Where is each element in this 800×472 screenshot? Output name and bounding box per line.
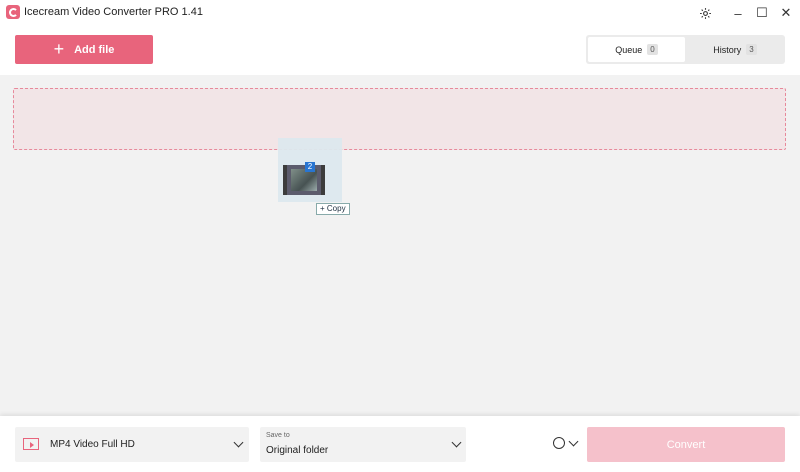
chevron-down-icon <box>568 436 579 447</box>
save-to-value: Original folder <box>266 445 329 456</box>
drag-item-count-badge: 2 <box>305 162 315 172</box>
tab-queue[interactable]: Queue 0 <box>588 37 685 62</box>
tab-history[interactable]: History 3 <box>687 37 783 62</box>
plus-icon: + <box>53 38 65 59</box>
video-thumbnail-icon <box>283 165 325 195</box>
maximize-button[interactable]: ☐ <box>752 3 772 23</box>
close-button[interactable]: ✕ <box>776 3 796 23</box>
history-count-badge: 3 <box>746 44 757 55</box>
schedule-timer-button[interactable] <box>552 436 582 452</box>
tab-queue-label: Queue <box>615 44 643 55</box>
save-to-dropdown[interactable]: Save to Original folder <box>260 427 466 462</box>
output-format-value: MP4 Video Full HD <box>50 439 135 450</box>
convert-button[interactable]: Convert <box>587 427 785 462</box>
drag-ghost-thumbnail: 2 <box>278 138 342 202</box>
window-title: Icecream Video Converter PRO 1.41 <box>24 6 203 18</box>
app-logo-icon <box>6 5 20 19</box>
copy-cursor-tooltip: + Copy <box>316 203 350 215</box>
add-file-button[interactable]: + Add file <box>15 35 153 64</box>
queue-count-badge: 0 <box>647 44 658 55</box>
bottom-bar: MP4 Video Full HD Save to Original folde… <box>0 416 800 472</box>
save-to-label: Save to <box>266 432 290 439</box>
clock-icon <box>553 437 565 449</box>
chevron-down-icon <box>451 437 462 448</box>
minimize-button[interactable]: – <box>728 3 748 23</box>
output-format-dropdown[interactable]: MP4 Video Full HD <box>15 427 249 462</box>
add-file-label: Add file <box>74 43 115 56</box>
view-tabs: Queue 0 History 3 <box>586 35 785 64</box>
settings-gear-icon[interactable] <box>695 3 715 23</box>
video-format-icon <box>23 438 39 450</box>
tab-history-label: History <box>713 44 742 55</box>
file-drop-zone[interactable] <box>13 88 786 150</box>
toolbar: + Add file Queue 0 History 3 <box>0 25 800 75</box>
title-bar: Icecream Video Converter PRO 1.41 – ☐ ✕ <box>0 0 800 25</box>
chevron-down-icon <box>233 437 244 448</box>
